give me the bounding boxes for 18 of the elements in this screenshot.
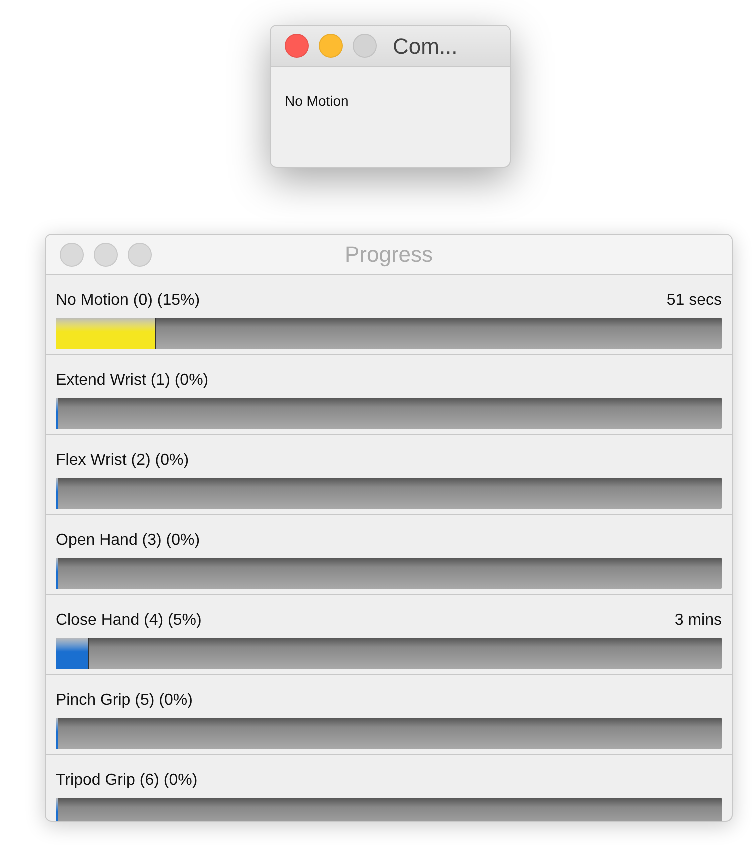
window-title: Progress [344, 241, 434, 269]
progress-label: Flex Wrist (2) (0%) [56, 451, 190, 471]
minimize-button[interactable] [94, 242, 118, 266]
progress-label: Close Hand (4) (5%) [56, 611, 202, 631]
zoom-button[interactable] [353, 34, 377, 58]
status-text: No Motion [284, 92, 350, 111]
progress-label: Pinch Grip (5) (0%) [56, 691, 193, 711]
progress-label: Extend Wrist (1) (0%) [56, 371, 209, 391]
close-button[interactable] [60, 242, 84, 266]
window-title: Com... [393, 32, 458, 60]
close-button[interactable] [285, 34, 309, 58]
progress-label: Tripod Grip (6) (0%) [56, 771, 198, 791]
zoom-button[interactable] [128, 242, 152, 266]
time-remaining: 3 mins [674, 611, 722, 631]
progress-label: No Motion (0) (15%) [56, 291, 200, 311]
minimize-button[interactable] [319, 34, 343, 58]
time-remaining: 51 secs [666, 291, 722, 311]
progress-label: Open Hand (3) (0%) [56, 531, 200, 551]
